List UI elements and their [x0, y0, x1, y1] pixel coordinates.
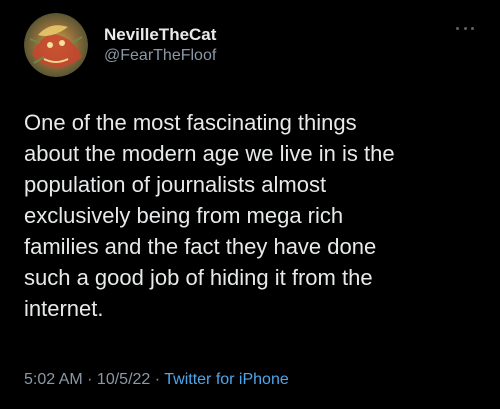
avatar-image	[24, 13, 88, 77]
user-handle[interactable]: @FearTheFloof	[104, 47, 216, 65]
dot	[456, 26, 459, 30]
display-name[interactable]: NevilleTheCat	[104, 25, 216, 45]
more-options-icon[interactable]	[456, 24, 474, 32]
tweet-text: One of the most fascinating things about…	[24, 110, 395, 321]
tweet-time[interactable]: 5:02 AM	[24, 371, 83, 388]
dot	[463, 26, 467, 30]
tweet-date[interactable]: 10/5/22	[97, 371, 150, 388]
meta-separator: ·	[150, 371, 165, 388]
tweet-source-link[interactable]: Twitter for iPhone	[164, 371, 289, 388]
tweet-metadata: 5:02 AM · 10/5/22 · Twitter for iPhone	[24, 371, 289, 389]
meta-separator: ·	[82, 371, 97, 388]
tweet-card: NevilleTheCat @FearTheFloof One of the m…	[0, 0, 500, 409]
dot	[471, 26, 474, 30]
avatar[interactable]	[24, 13, 88, 77]
